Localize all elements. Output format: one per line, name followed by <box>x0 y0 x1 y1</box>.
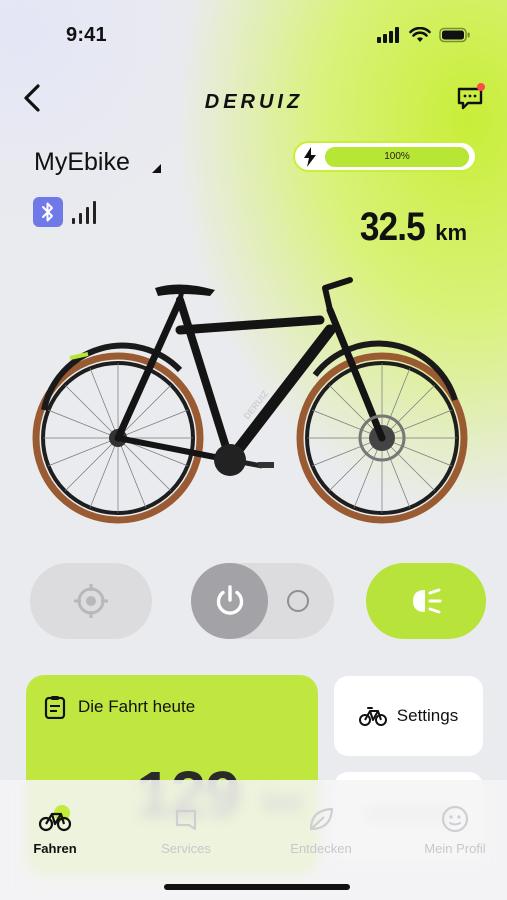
chat-icon <box>457 83 485 110</box>
power-icon <box>216 585 243 615</box>
home-indicator <box>164 884 350 890</box>
messages-button[interactable] <box>455 82 487 114</box>
bike-name: MyEbike <box>34 148 130 176</box>
power-toggle[interactable] <box>191 563 334 639</box>
status-time: 9:41 <box>66 24 107 46</box>
tab-label: Fahren <box>33 841 77 856</box>
tab-services[interactable]: Services <box>131 805 241 856</box>
crosshair-icon <box>74 584 108 618</box>
back-button[interactable] <box>18 80 48 116</box>
tab-label: Services <box>161 841 211 856</box>
bike-icon <box>38 805 72 832</box>
battery-bar: 100% <box>325 146 469 167</box>
bluetooth-icon <box>33 197 63 227</box>
tab-label: Mein Profil <box>424 841 486 856</box>
status-icons <box>377 27 471 43</box>
leaf-icon <box>309 807 334 831</box>
tab-entdecken[interactable]: Entdecken <box>266 805 376 856</box>
tab-mein-profil[interactable]: Mein Profil <box>400 805 507 856</box>
range-value: 32.5 <box>360 205 426 249</box>
tab-fahren[interactable]: Fahren <box>0 805 110 856</box>
power-knob[interactable] <box>191 563 268 639</box>
bike-selector[interactable]: MyEbike <box>34 148 162 177</box>
wifi-icon <box>409 27 431 42</box>
cellular-signal-icon <box>377 27 399 43</box>
dropdown-triangle-icon <box>151 163 161 173</box>
bike-image: DERUIZ <box>32 277 468 524</box>
smiley-icon <box>441 805 469 833</box>
battery-percent: 100% <box>384 150 410 162</box>
headlight-icon <box>413 588 442 614</box>
chevron-left-icon <box>24 84 40 112</box>
lightning-icon <box>304 146 316 167</box>
range-unit: km <box>435 220 467 245</box>
signal-strength-icon <box>72 200 96 224</box>
ride-card-title: Die Fahrt heute <box>78 697 196 716</box>
brand-logo: DERUIZ <box>190 88 318 116</box>
locate-button[interactable] <box>30 563 152 639</box>
off-indicator-icon <box>287 590 309 612</box>
tag-icon <box>175 809 197 831</box>
battery-status-icon <box>439 27 470 43</box>
bike-icon <box>358 707 387 726</box>
notification-dot <box>477 83 485 91</box>
settings-button[interactable]: Settings <box>334 676 483 756</box>
clipboard-icon <box>44 696 66 719</box>
battery-indicator: 100% <box>293 141 477 172</box>
range-display: 32.5 km <box>351 205 467 250</box>
light-toggle-button[interactable] <box>366 563 486 639</box>
settings-label: Settings <box>396 706 459 725</box>
tab-label: Entdecken <box>290 841 352 856</box>
brand-text: DERUIZ <box>205 91 303 113</box>
